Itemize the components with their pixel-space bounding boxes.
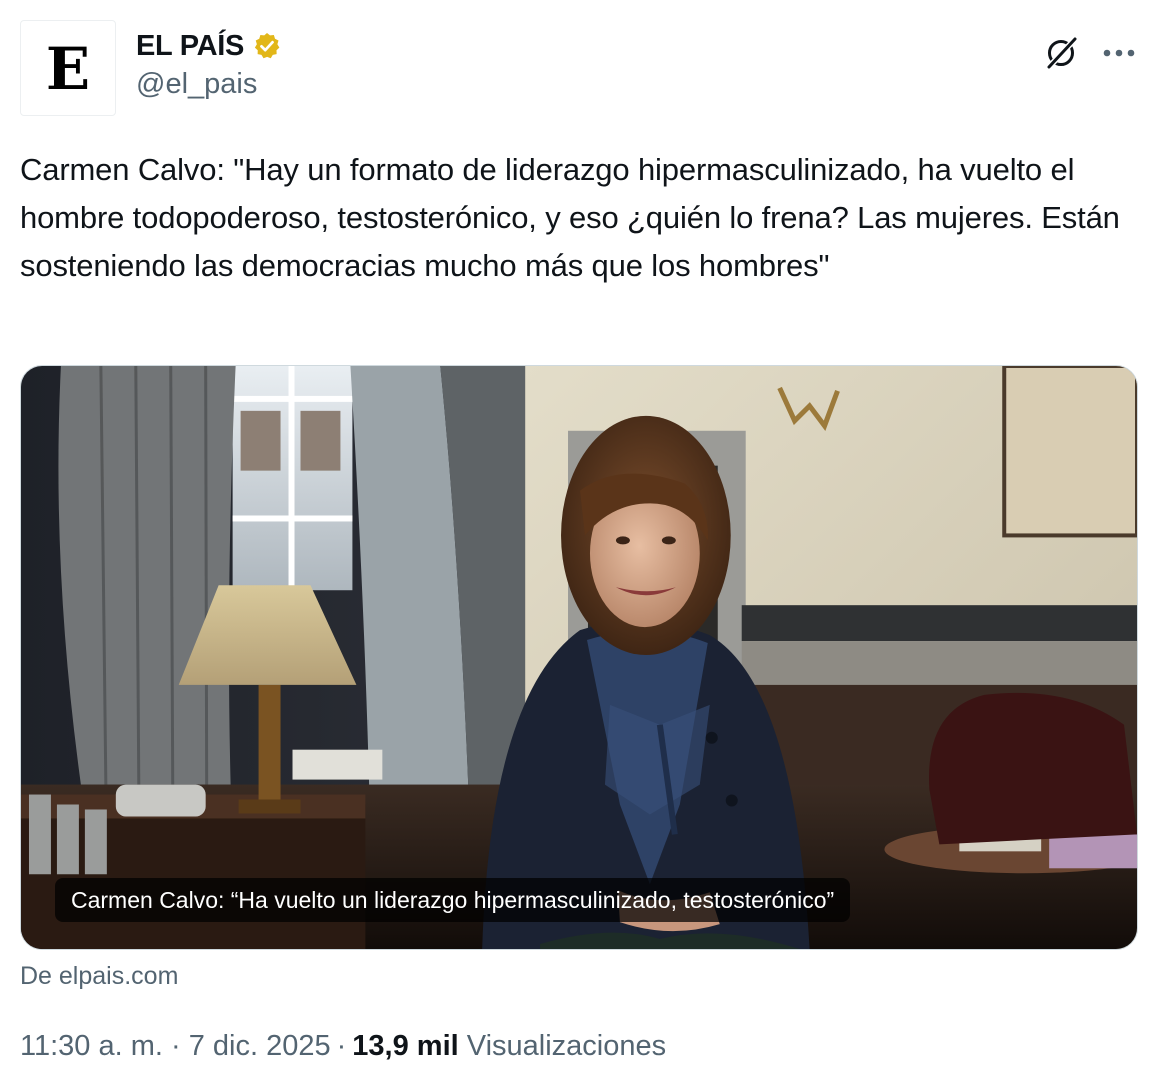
account-avatar[interactable]: E	[20, 20, 116, 116]
card-caption: Carmen Calvo: “Ha vuelto un liderazgo hi…	[55, 878, 851, 922]
tweet-text: Carmen Calvo: "Hay un formato de lideraz…	[20, 152, 1120, 283]
views-label: Visualizaciones	[466, 1030, 667, 1062]
more-options-button[interactable]	[1096, 30, 1142, 76]
grok-icon	[1046, 36, 1078, 70]
card-source-link[interactable]: De elpais.com	[20, 962, 178, 991]
card-photo	[21, 366, 1137, 949]
account-name-row: EL PAÍS	[136, 26, 282, 66]
meta-separator: ·	[171, 1030, 181, 1062]
tweet-meta: 11:30 a. m. · 7 dic. 2025 · 13,9 mil Visua…	[20, 1030, 666, 1063]
account-handle[interactable]: @el_pais	[136, 68, 257, 101]
display-name[interactable]: EL PAÍS	[136, 30, 244, 63]
grok-button[interactable]	[1038, 30, 1084, 76]
avatar-letter: E	[45, 35, 91, 103]
verified-badge-icon	[254, 33, 280, 59]
link-card[interactable]: Carmen Calvo: “Ha vuelto un liderazgo hi…	[20, 365, 1138, 950]
tweet-time-value: 11:30 a. m.	[20, 1030, 163, 1062]
meta-separator: ·	[336, 1030, 347, 1062]
views-count[interactable]: 13,9 mil	[352, 1030, 458, 1062]
tweet-date: 7 dic. 2025	[188, 1030, 331, 1062]
tweet-time[interactable]: 11:30 a. m. · 7 dic. 2025	[20, 1030, 331, 1062]
more-icon	[1103, 49, 1135, 57]
